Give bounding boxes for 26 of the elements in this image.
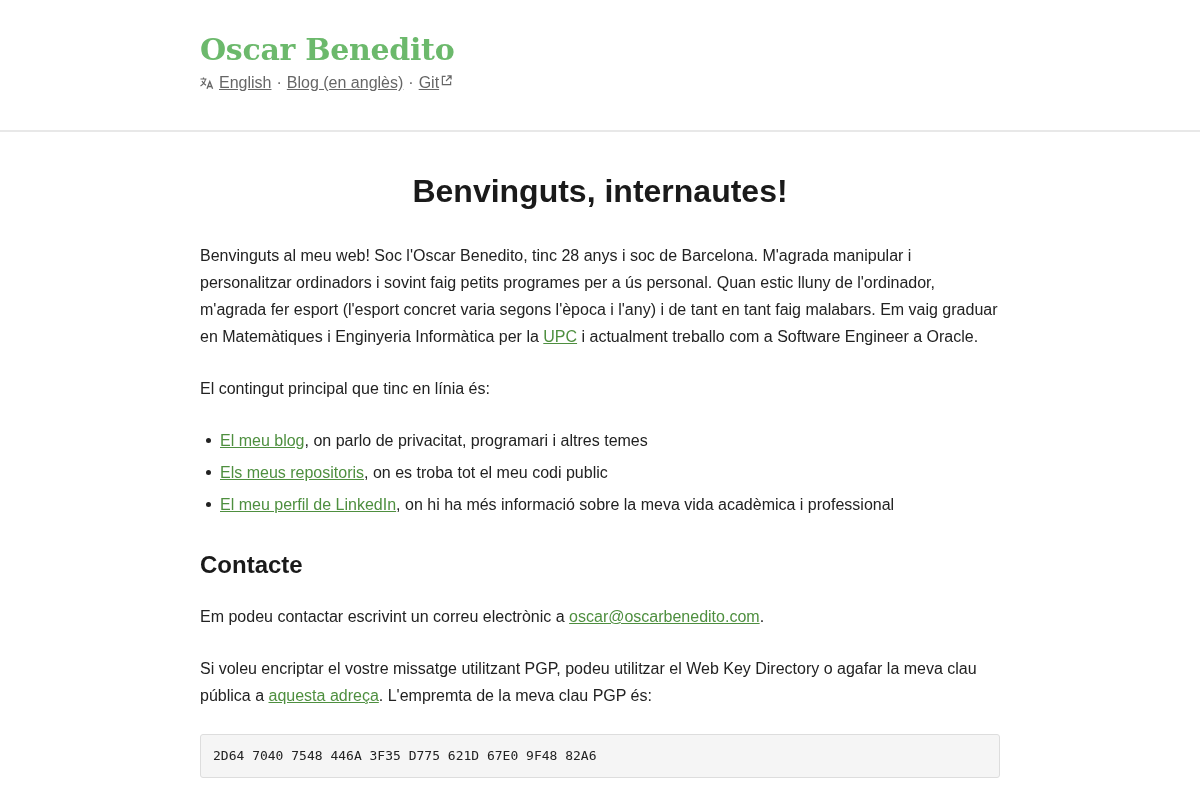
nav-separator: · [276,73,282,93]
nav-link[interactable]: English [219,72,272,94]
nav-link[interactable]: Git [418,72,453,94]
paragraph: Em podeu contactar escrivint un correu electrònic a oscar@oscarbenedito.com. [200,607,766,627]
nav-separator: · [408,73,414,93]
list-item-text: El meu blog, on parlo de privacitat, programari i altres temes [220,432,648,449]
page-heading: Benvinguts, internautes! [411,172,789,210]
paragraph: Benvinguts al meu web! Soc l'Oscar Benedito, tinc 28 anys i soc de Barcelona. M'agrada manipular i personalitzar ordinadors i sovint faig petits programes per a ús personal. Quan estic lluny de l'ordinador, m'agrada fer esport (l'esport concret varia segons l'època i l'any) i de tant en tant faig malabars. Em vaig graduar en Matemàtiques i Enginyeria Informàtica per la UPC i actualment treballo com a Software Engineer a Oracle. [200,246,999,347]
paragraph: El contingut principal que tinc en línia és: [200,379,491,399]
section-heading: Contacte [200,550,304,579]
text-link[interactable]: aquesta adreça [268,687,379,704]
bullet-icon [206,502,211,507]
list-item-text: Els meus repositoris, on es troba tot el meu codi public [220,464,608,481]
bullet-icon [206,470,211,475]
text-link[interactable]: oscar@oscarbenedito.com [569,608,760,625]
text-link[interactable]: El meu perfil de LinkedIn [220,496,397,513]
site-title: Oscar Benedito [200,31,455,69]
text-link[interactable]: El meu blog [220,432,305,449]
nav-link[interactable]: Blog (en anglès) [286,72,404,94]
translate-icon [200,77,214,89]
bullet-icon [206,438,211,443]
code-block: 2D64 7040 7548 446A 3F35 D775 621D 67E0 9F48 82A6 [200,734,1000,778]
external-link-icon [441,74,453,86]
list-item-text: El meu perfil de LinkedIn, on hi ha més informació sobre la meva vida acadèmica i professional [220,496,895,513]
paragraph: Si voleu encriptar el vostre missatge utilitzant PGP, podeu utilitzar el Web Key Directory o agafar la meva clau pública a aquesta adreça. L'empremta de la meva clau PGP és: [200,659,978,706]
text-link[interactable]: UPC [543,328,578,345]
